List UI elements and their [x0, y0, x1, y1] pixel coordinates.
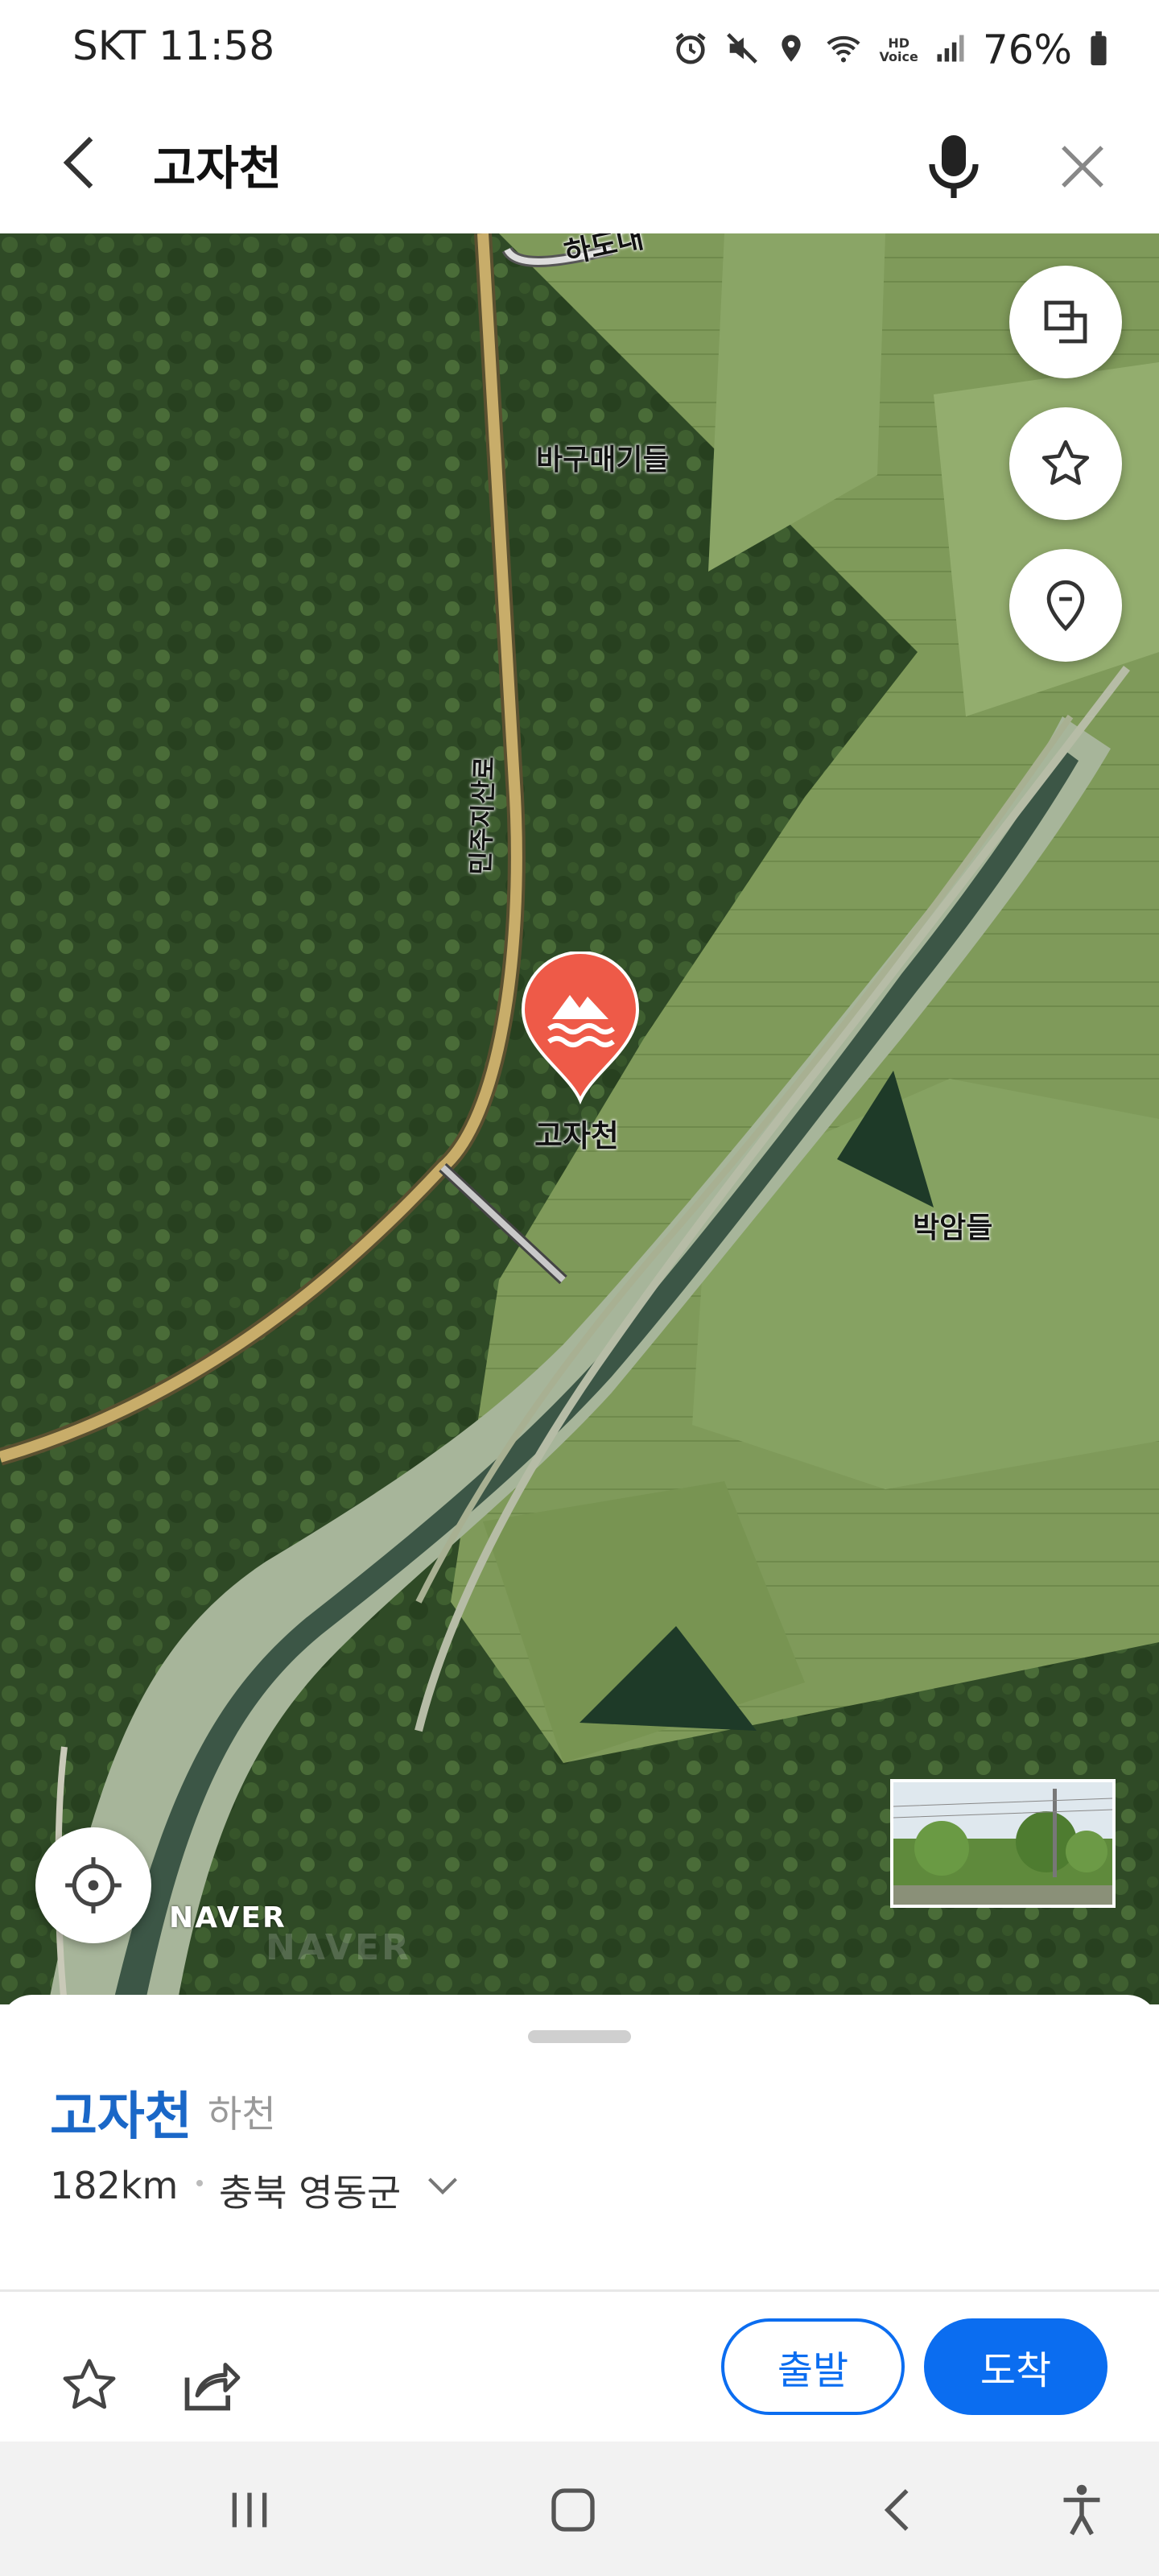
- favorite-map-button[interactable]: [1009, 407, 1122, 520]
- map-label-road: 민주지산로: [464, 756, 501, 876]
- place-marker[interactable]: [520, 951, 641, 1113]
- satellite-map[interactable]: 하도대 바구매기들 민주지산로 박암들 고자천 NAVER NAVER: [0, 233, 1159, 2004]
- place-name[interactable]: 고자천: [50, 2075, 192, 2149]
- layers-icon: [1044, 300, 1087, 344]
- system-nav-bar: [0, 2442, 1159, 2576]
- place-region[interactable]: 충북 영동군: [219, 2164, 401, 2217]
- river-marker-icon: [521, 951, 640, 1105]
- place-bottom-sheet[interactable]: 고자천 하천 182km 충북 영동군 출발 도착: [0, 1995, 1159, 2442]
- signal-icon: [933, 30, 968, 70]
- clear-search-button[interactable]: [1038, 122, 1127, 211]
- street-view-thumbnail[interactable]: [890, 1779, 1116, 1908]
- map-label-bagumaegi: 바구매기들: [536, 444, 670, 477]
- place-distance: 182km: [50, 2164, 179, 2207]
- sheet-drag-handle[interactable]: [528, 2030, 631, 2043]
- star-icon: [63, 2359, 116, 2409]
- home-icon: [551, 2488, 595, 2532]
- location-icon: [775, 30, 807, 70]
- marker-label: 고자천: [534, 1118, 619, 1154]
- battery-percent: 76%: [982, 27, 1072, 73]
- place-category: 하천: [208, 2092, 276, 2136]
- hd-voice-icon: HD Voice: [879, 35, 918, 64]
- share-icon: [184, 2363, 241, 2411]
- accessibility-button[interactable]: [1033, 2466, 1130, 2554]
- save-place-button[interactable]: [45, 2341, 134, 2429]
- region-expand-button[interactable]: [425, 2170, 460, 2206]
- search-header: 고자천: [0, 98, 1159, 233]
- my-places-button[interactable]: [1009, 549, 1122, 662]
- sheet-divider: [0, 2289, 1159, 2292]
- status-icons: HD Voice 76%: [672, 18, 1111, 82]
- mute-icon: [724, 30, 761, 70]
- share-button[interactable]: [166, 2341, 254, 2429]
- chevron-down-icon: [428, 2178, 457, 2195]
- street-view-image: [893, 1782, 1112, 1905]
- alarm-icon: [672, 30, 709, 70]
- crosshair-icon: [65, 1857, 122, 1913]
- map-label-bakam: 박암들: [913, 1212, 993, 1245]
- back-button[interactable]: [40, 122, 121, 203]
- recent-apps-icon: [232, 2492, 267, 2528]
- accessibility-icon: [1063, 2484, 1100, 2536]
- status-time: SKT 11:58: [72, 23, 275, 69]
- star-icon: [1041, 440, 1090, 485]
- map-layers-button[interactable]: [1009, 266, 1122, 378]
- depart-button[interactable]: 출발: [721, 2318, 905, 2415]
- system-back-button[interactable]: [850, 2466, 947, 2554]
- arrive-button[interactable]: 도착: [924, 2318, 1107, 2415]
- location-pin-icon: [1046, 580, 1085, 632]
- naver-watermark: NAVER: [266, 1927, 411, 1968]
- microphone-icon: [929, 135, 979, 198]
- separator-dot: [196, 2180, 203, 2186]
- back-arrow-icon: [63, 136, 93, 189]
- search-query[interactable]: 고자천: [153, 130, 282, 198]
- wifi-icon: [822, 30, 865, 70]
- battery-icon: [1087, 30, 1111, 70]
- close-icon: [1062, 146, 1103, 188]
- back-icon: [884, 2489, 909, 2531]
- status-bar: SKT 11:58 HD Voice 76%: [0, 0, 1159, 98]
- current-location-button[interactable]: [35, 1827, 151, 1943]
- recent-apps-button[interactable]: [201, 2466, 298, 2554]
- voice-search-button[interactable]: [909, 122, 998, 211]
- home-button[interactable]: [525, 2466, 621, 2554]
